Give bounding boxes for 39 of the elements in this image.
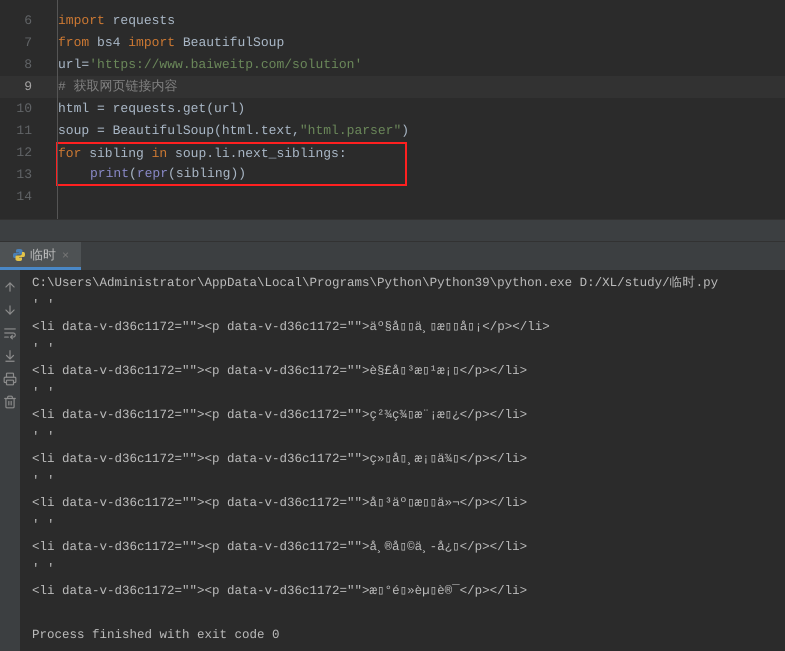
code-line: html = requests.get(url) xyxy=(58,100,246,118)
line-number: 7 xyxy=(23,34,33,52)
code-line: print(repr(sibling)) xyxy=(90,165,246,184)
code-line: url='https://www.baiweitp.com/solution' xyxy=(58,56,362,74)
console-line: <li data-v-d36c1172=""><p data-v-d36c1172="">ç²¾ç¾▯æ¨¡æ▯¿</p></li> xyxy=(32,406,528,424)
line-number: 12 xyxy=(15,144,33,162)
console-line: ' ' xyxy=(32,472,55,490)
code-line: for sibling in soup.li.next_siblings: xyxy=(58,145,347,164)
scroll-to-end-icon[interactable] xyxy=(3,349,17,363)
console-line: C:\Users\Administrator\AppData\Local\Programs\Python\Python39\python.exe D:/XL/study/临时.py xyxy=(32,274,718,292)
console-line: ' ' xyxy=(32,516,55,534)
code-line: import requests xyxy=(58,12,176,30)
line-number: 10 xyxy=(15,100,33,118)
console-line: <li data-v-d36c1172=""><p data-v-d36c1172="">å▯³äº▯æ▯▯ä»¬</p></li> xyxy=(32,494,528,512)
console-line: <li data-v-d36c1172=""><p data-v-d36c1172="">äº§å▯▯ä¸▯æ▯▯å▯¡</p></li> xyxy=(32,318,550,336)
console-line: <li data-v-d36c1172=""><p data-v-d36c1172="">å¸®å▯©ä¸-å¿▯</p></li> xyxy=(32,538,528,556)
console-line: <li data-v-d36c1172=""><p data-v-d36c1172="">è§£å▯³æ▯¹æ¡▯</p></li> xyxy=(32,362,528,380)
exit-message: Process finished with exit code 0 xyxy=(32,626,280,644)
code-line: soup = BeautifulSoup(html.text,"html.parser") xyxy=(58,122,410,140)
console-line: ' ' xyxy=(32,560,55,578)
line-number: 9 xyxy=(23,78,33,96)
line-number: 8 xyxy=(23,56,33,74)
wrap-icon[interactable] xyxy=(3,326,17,340)
console-line: ' ' xyxy=(32,428,55,446)
line-number: 6 xyxy=(23,12,33,30)
trash-icon[interactable] xyxy=(3,395,17,409)
console-line: ' ' xyxy=(32,384,55,402)
console-line: ' ' xyxy=(32,340,55,358)
console-line: ' ' xyxy=(32,296,55,314)
code-line: # 获取网页链接内容 xyxy=(58,78,178,96)
python-icon xyxy=(12,248,26,262)
console-line: <li data-v-d36c1172=""><p data-v-d36c1172="">ç»▯å▯¸æ¡▯ä¾▯</p></li> xyxy=(32,450,528,468)
printer-icon[interactable] xyxy=(3,372,17,386)
console-line: <li data-v-d36c1172=""><p data-v-d36c1172="">æ▯°é▯»èµ▯è®¯</p></li> xyxy=(32,582,528,600)
line-number: 13 xyxy=(15,166,33,184)
run-tab[interactable]: 临时 × xyxy=(0,242,82,270)
line-number: 11 xyxy=(15,122,33,140)
line-number: 14 xyxy=(15,188,33,206)
code-line: from bs4 import BeautifulSoup xyxy=(58,34,284,52)
